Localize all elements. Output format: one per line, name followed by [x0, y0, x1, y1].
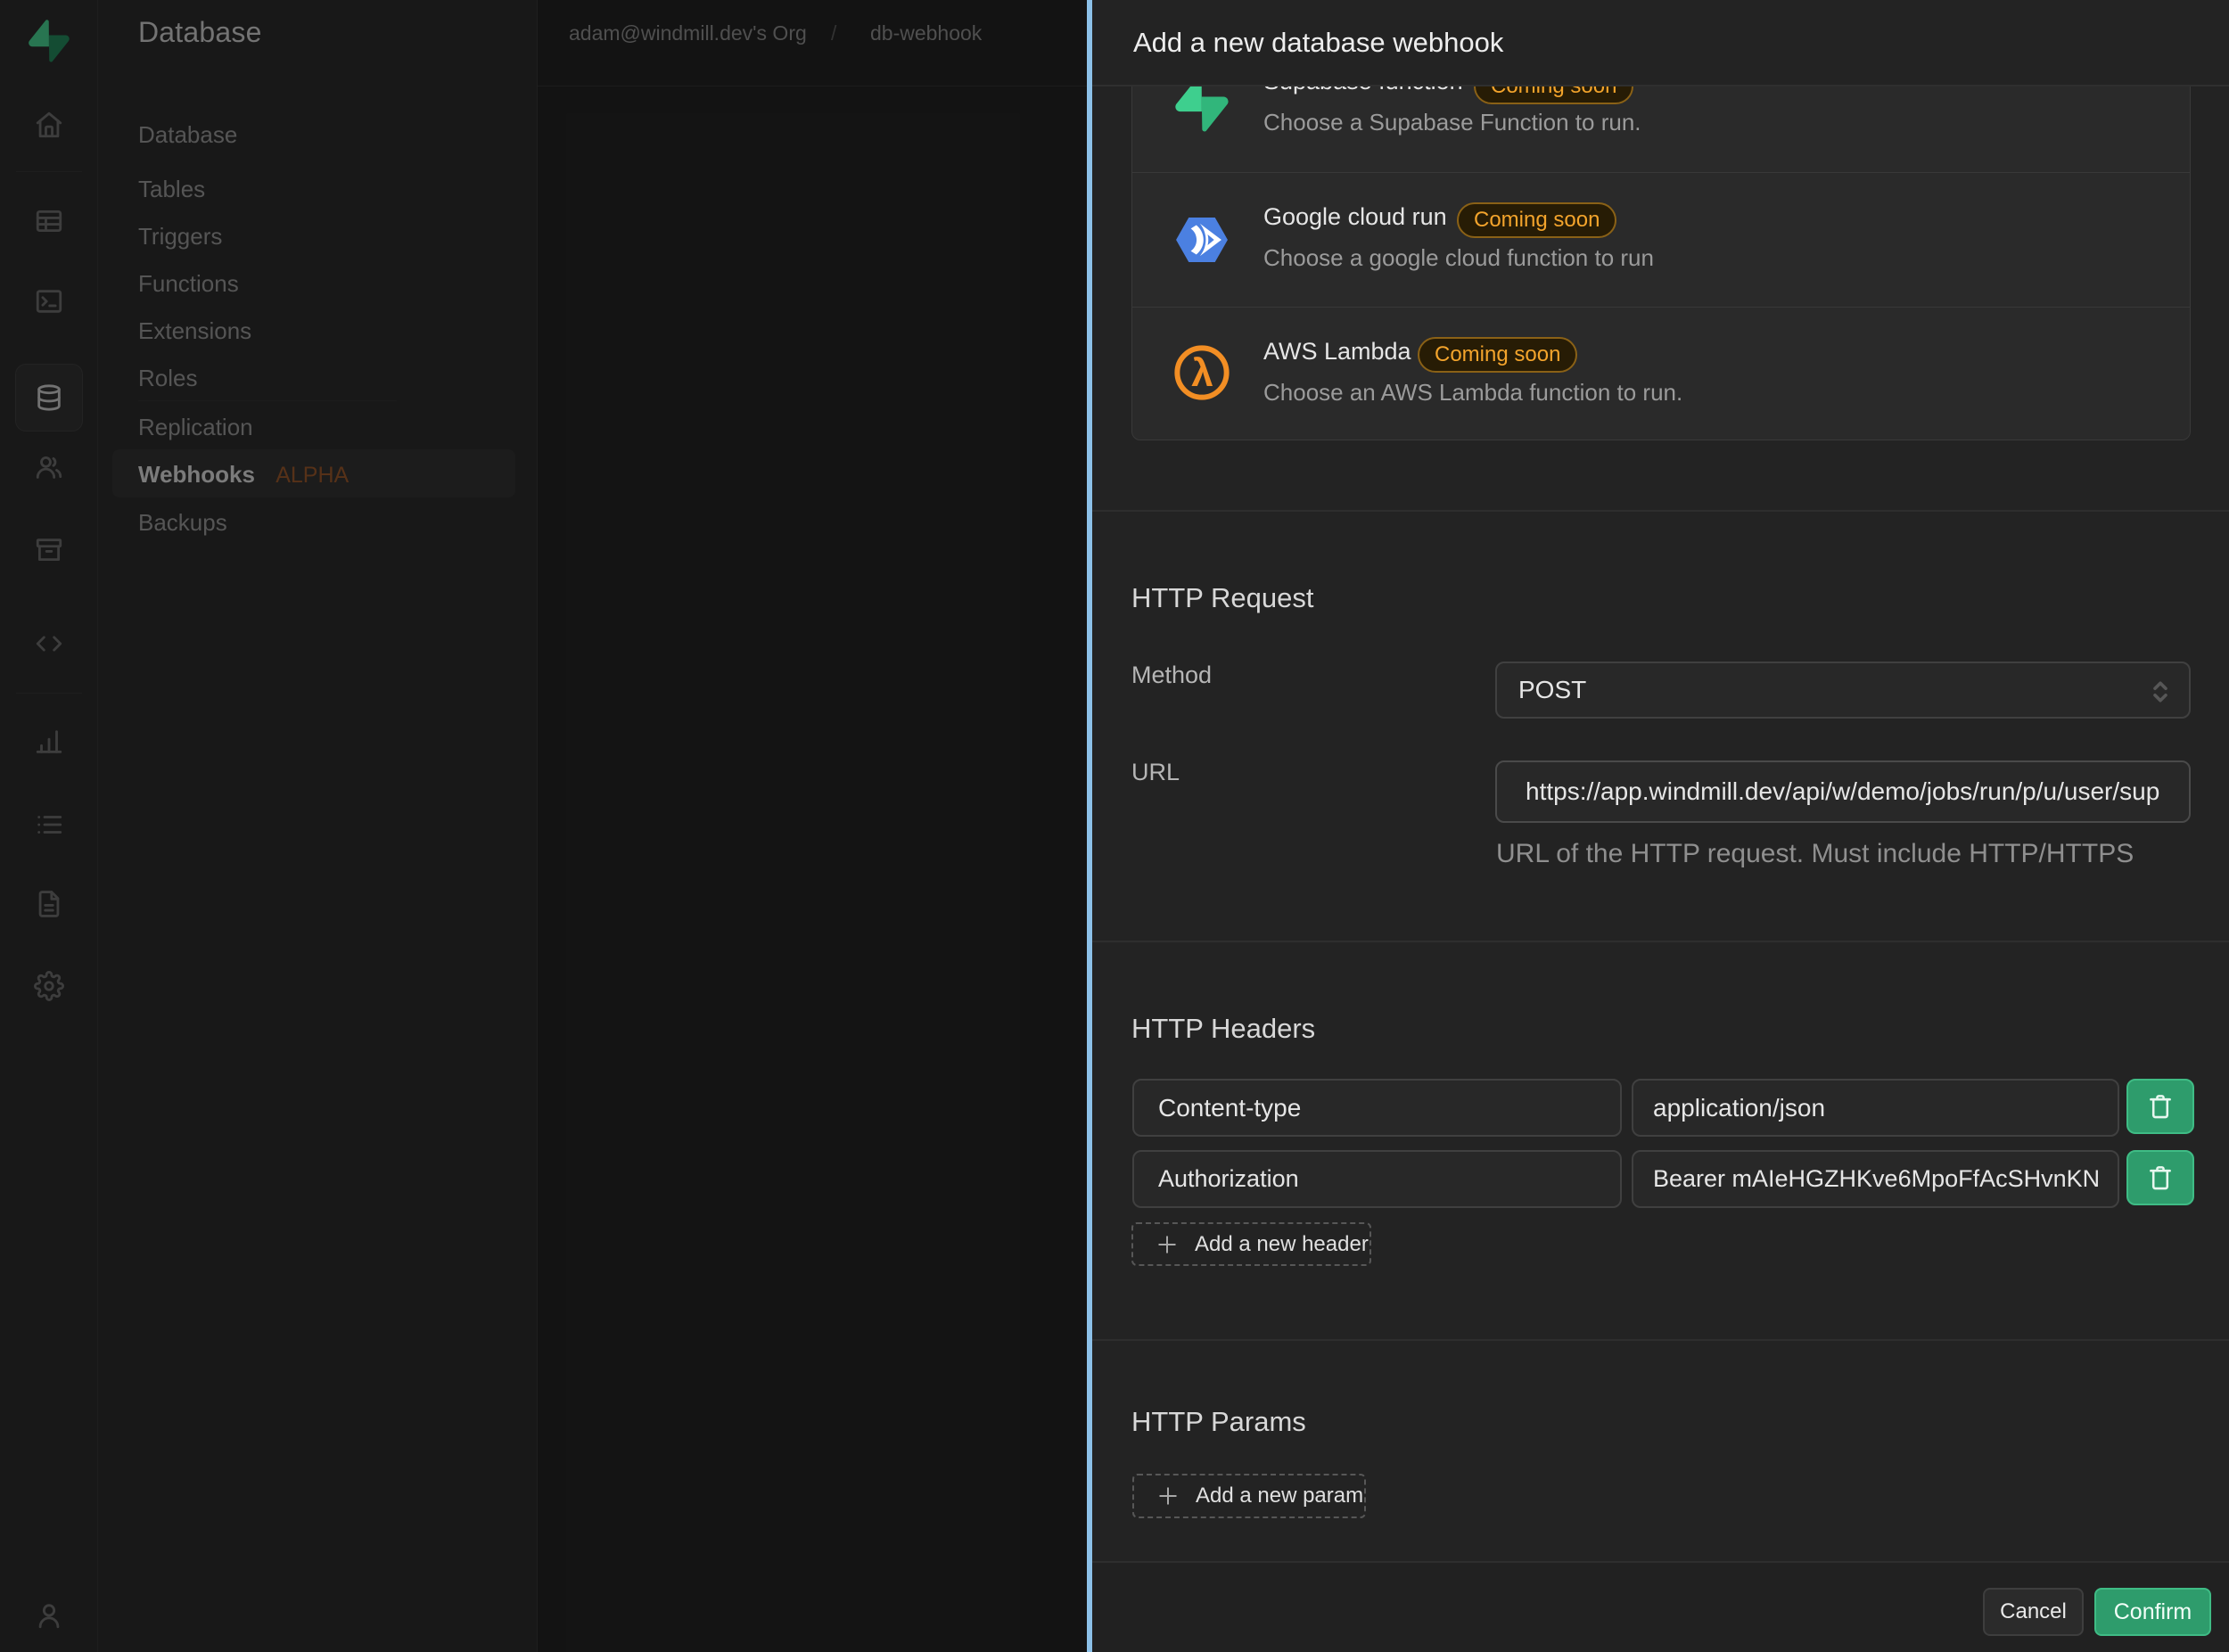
svg-text:λ: λ — [1191, 351, 1213, 395]
